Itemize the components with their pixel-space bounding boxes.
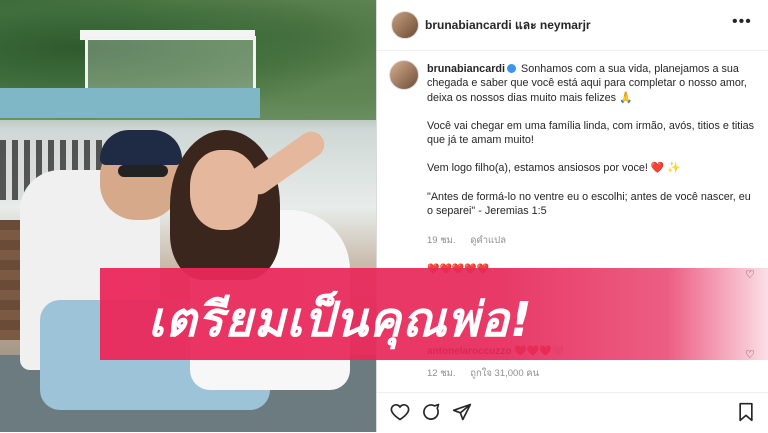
headline-text: เตรียมเป็นคุณพ่อ! [148, 292, 533, 348]
more-horizontal-icon[interactable]: ••• [732, 13, 752, 31]
photo-woman-face [190, 150, 258, 230]
verified-badge-icon [507, 64, 516, 73]
caption-avatar[interactable] [389, 60, 419, 90]
caption-meta: 19 ชม. ดูคำแปล [427, 233, 518, 248]
caption-paragraph-3: Vem logo filho(a), estamos ansiosos por … [427, 162, 681, 175]
headline-banner: เตรียมเป็นคุณพ่อ! [100, 268, 768, 360]
caption-username[interactable]: brunabiancardi [427, 63, 505, 75]
photo-sunglasses [118, 165, 168, 177]
header-title[interactable]: brunabiancardi และ neymarjr [425, 16, 591, 35]
caption-paragraph-4: "Antes de formá-lo no ventre eu o escolh… [427, 190, 751, 218]
caption-text: brunabiancardi Sonhamos com a sua vida, … [427, 62, 757, 232]
action-bar [377, 392, 768, 433]
see-translation-link[interactable]: ดูคำแปล [470, 235, 506, 246]
caption-time: 19 ชม. [427, 235, 456, 246]
comment-icon[interactable] [420, 401, 442, 423]
caption-paragraph-2: Você vai chegar em uma família linda, co… [427, 119, 755, 147]
save-icon[interactable] [735, 401, 757, 423]
photo-pool [0, 88, 260, 118]
heart-icon[interactable] [389, 401, 411, 423]
header-avatar[interactable] [391, 11, 419, 39]
post-photo[interactable] [0, 0, 376, 432]
post-header: brunabiancardi และ neymarjr ••• [377, 0, 768, 51]
reply-2-likes[interactable]: ถูกใจ 31,000 คน [470, 368, 539, 379]
post-panel: brunabiancardi และ neymarjr ••• brunabia… [376, 0, 768, 432]
reply-2-time: 12 ชม. [427, 368, 456, 379]
photo-cap [100, 130, 182, 165]
share-icon[interactable] [451, 401, 473, 423]
reply-2-meta: 12 ชม. ถูกใจ 31,000 คน [427, 366, 551, 381]
